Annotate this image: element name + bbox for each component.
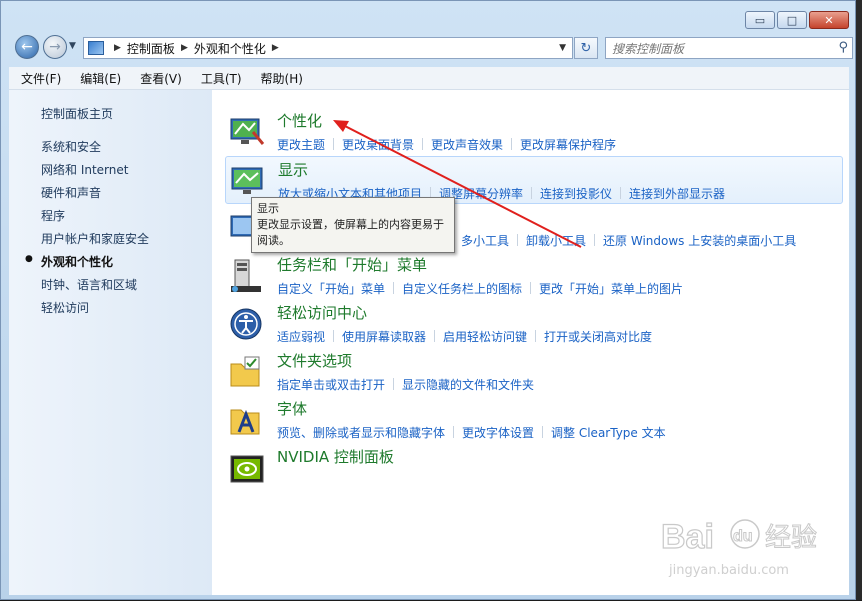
link-restore-gadgets[interactable]: 还原 Windows 上安装的桌面小工具 (603, 234, 796, 248)
link-show-hidden-files[interactable]: 显示隐藏的文件和文件夹 (402, 378, 534, 392)
category-taskbar: 任务栏和「开始」菜单 自定义「开始」菜单 自定义任务栏上的图标 更改「开始」菜单上的… (225, 252, 843, 298)
watermark-cn: 经验 (765, 523, 817, 553)
chevron-right-icon[interactable]: ▶ (272, 43, 279, 53)
breadcrumb-appearance[interactable]: 外观和个性化 (194, 40, 266, 57)
category-links: 适应弱视 使用屏幕读取器 启用轻松访问键 打开或关闭高对比度 (277, 328, 652, 345)
folder-options-icon[interactable] (229, 354, 265, 390)
link-change-background[interactable]: 更改桌面背景 (342, 138, 414, 152)
search-box[interactable]: ⚲ (605, 37, 853, 59)
sidebar-item-clock-language[interactable]: 时钟、语言和区域 (41, 276, 137, 293)
link-cleartype[interactable]: 调整 ClearType 文本 (551, 426, 666, 440)
tooltip-title: 显示 (257, 202, 279, 215)
minimize-button[interactable]: ▭ (745, 11, 775, 29)
baidu-watermark: Bai du 经验 jingyan.baidu.com (660, 517, 817, 578)
category-nvidia: NVIDIA 控制面板 (225, 444, 843, 490)
tooltip-body: 更改显示设置，使屏幕上的内容更易于阅读。 (257, 218, 444, 247)
refresh-button[interactable]: ↻ (574, 37, 598, 59)
link-single-double-click[interactable]: 指定单击或双击打开 (277, 378, 385, 392)
menu-bar: 文件(F) 编辑(E) 查看(V) 工具(T) 帮助(H) (9, 67, 849, 90)
taskbar-icon[interactable] (229, 258, 265, 294)
menu-view[interactable]: 查看(V) (128, 70, 189, 87)
display-icon[interactable] (230, 163, 266, 199)
category-links: 自定义「开始」菜单 自定义任务栏上的图标 更改「开始」菜单上的图片 (277, 280, 683, 297)
search-input[interactable] (610, 40, 824, 58)
sidebar-item-network[interactable]: 网络和 Internet (41, 161, 128, 178)
link-screen-saver[interactable]: 更改屏幕保护程序 (520, 138, 616, 152)
caption-buttons: ▭ □ ✕ (743, 11, 849, 29)
link-projector[interactable]: 连接到投影仪 (540, 187, 612, 201)
link-customize-taskbar-icons[interactable]: 自定义任务栏上的图标 (402, 282, 522, 296)
link-screen-reader[interactable]: 使用屏幕读取器 (342, 330, 426, 344)
link-high-contrast[interactable]: 打开或关闭高对比度 (544, 330, 652, 344)
link-uninstall-gadget[interactable]: 卸载小工具 (526, 234, 586, 248)
category-links: 预览、删除或者显示和隐藏字体 更改字体设置 调整 ClearType 文本 (277, 424, 666, 441)
active-bullet-icon: ● (25, 254, 33, 264)
link-change-sounds[interactable]: 更改声音效果 (431, 138, 503, 152)
close-button[interactable]: ✕ (809, 11, 849, 29)
search-icon[interactable]: ⚲ (838, 40, 848, 55)
control-panel-icon (88, 41, 104, 55)
category-personalization: 个性化 更改主题 更改桌面背景 更改声音效果 更改屏幕保护程序 (225, 108, 843, 154)
link-access-keys[interactable]: 启用轻松访问键 (443, 330, 527, 344)
category-fonts: 字体 预览、删除或者显示和隐藏字体 更改字体设置 调整 ClearType 文本 (225, 396, 843, 442)
sidebar: 控制面板主页 系统和安全 网络和 Internet 硬件和声音 程序 用户帐户和… (9, 90, 212, 595)
watermark-brand: Bai (661, 518, 714, 556)
category-title[interactable]: NVIDIA 控制面板 (277, 446, 394, 467)
sidebar-item-system-security[interactable]: 系统和安全 (41, 138, 101, 155)
recent-pages-dropdown[interactable]: ▼ (69, 41, 76, 51)
address-bar[interactable]: ▶ 控制面板 ▶ 外观和个性化 ▶ ▼ (83, 37, 573, 59)
back-button[interactable]: ← (15, 35, 39, 59)
display-tooltip: 显示 更改显示设置，使屏幕上的内容更易于阅读。 (251, 197, 455, 253)
sidebar-item-ease-access[interactable]: 轻松访问 (41, 299, 89, 316)
svg-text:du: du (733, 528, 753, 545)
ease-of-access-icon[interactable] (229, 306, 265, 342)
maximize-button[interactable]: □ (777, 11, 807, 29)
control-panel-window: ▭ □ ✕ ← → ▼ ▶ 控制面板 ▶ 外观和个性化 ▶ ▼ ↻ ⚲ 文件(F… (0, 0, 856, 600)
link-preview-fonts[interactable]: 预览、删除或者显示和隐藏字体 (277, 426, 445, 440)
category-title[interactable]: 显示 (278, 159, 308, 180)
chevron-right-icon[interactable]: ▶ (114, 43, 121, 53)
sidebar-item-programs[interactable]: 程序 (41, 207, 65, 224)
menu-edit[interactable]: 编辑(E) (68, 70, 128, 87)
category-title[interactable]: 任务栏和「开始」菜单 (277, 254, 427, 275)
link-low-vision[interactable]: 适应弱视 (277, 330, 325, 344)
sidebar-item-user-accounts[interactable]: 用户帐户和家庭安全 (41, 230, 149, 247)
link-external-display[interactable]: 连接到外部显示器 (629, 187, 725, 201)
link-customize-start[interactable]: 自定义「开始」菜单 (277, 282, 385, 296)
category-folder-options: 文件夹选项 指定单击或双击打开 显示隐藏的文件和文件夹 (225, 348, 843, 394)
category-links: 更改主题 更改桌面背景 更改声音效果 更改屏幕保护程序 (277, 136, 616, 153)
sidebar-item-hardware-sound[interactable]: 硬件和声音 (41, 184, 101, 201)
category-links: 多小工具 卸载小工具 还原 Windows 上安装的桌面小工具 (461, 232, 796, 249)
category-links: 指定单击或双击打开 显示隐藏的文件和文件夹 (277, 376, 534, 393)
chevron-down-icon[interactable]: ▼ (559, 43, 566, 53)
menu-help[interactable]: 帮助(H) (249, 70, 310, 87)
link-font-settings[interactable]: 更改字体设置 (462, 426, 534, 440)
link-more-gadgets[interactable]: 多小工具 (461, 234, 509, 248)
personalization-icon[interactable] (229, 114, 265, 150)
category-title[interactable]: 轻松访问中心 (277, 302, 367, 323)
menu-tools[interactable]: 工具(T) (189, 70, 249, 87)
menu-file[interactable]: 文件(F) (9, 70, 68, 87)
arrow-right-icon: → (49, 39, 61, 55)
sidebar-home[interactable]: 控制面板主页 (41, 105, 113, 122)
link-start-picture[interactable]: 更改「开始」菜单上的图片 (539, 282, 683, 296)
forward-button[interactable]: → (43, 35, 67, 59)
category-title[interactable]: 文件夹选项 (277, 350, 352, 371)
breadcrumb-control-panel[interactable]: 控制面板 (127, 40, 175, 57)
fonts-icon[interactable] (229, 402, 265, 438)
watermark-url: jingyan.baidu.com (668, 563, 789, 578)
navigation-bar: ← → ▼ ▶ 控制面板 ▶ 外观和个性化 ▶ ▼ ↻ ⚲ (11, 35, 853, 61)
link-change-theme[interactable]: 更改主题 (277, 138, 325, 152)
sidebar-item-appearance[interactable]: 外观和个性化 (41, 253, 113, 270)
background-strip (856, 0, 862, 600)
arrow-left-icon: ← (21, 39, 33, 55)
category-ease-of-access: 轻松访问中心 适应弱视 使用屏幕读取器 启用轻松访问键 打开或关闭高对比度 (225, 300, 843, 346)
chevron-right-icon[interactable]: ▶ (181, 43, 188, 53)
category-title[interactable]: 个性化 (277, 110, 322, 131)
refresh-icon: ↻ (580, 40, 592, 56)
nvidia-icon[interactable] (229, 450, 265, 486)
category-title[interactable]: 字体 (277, 398, 307, 419)
